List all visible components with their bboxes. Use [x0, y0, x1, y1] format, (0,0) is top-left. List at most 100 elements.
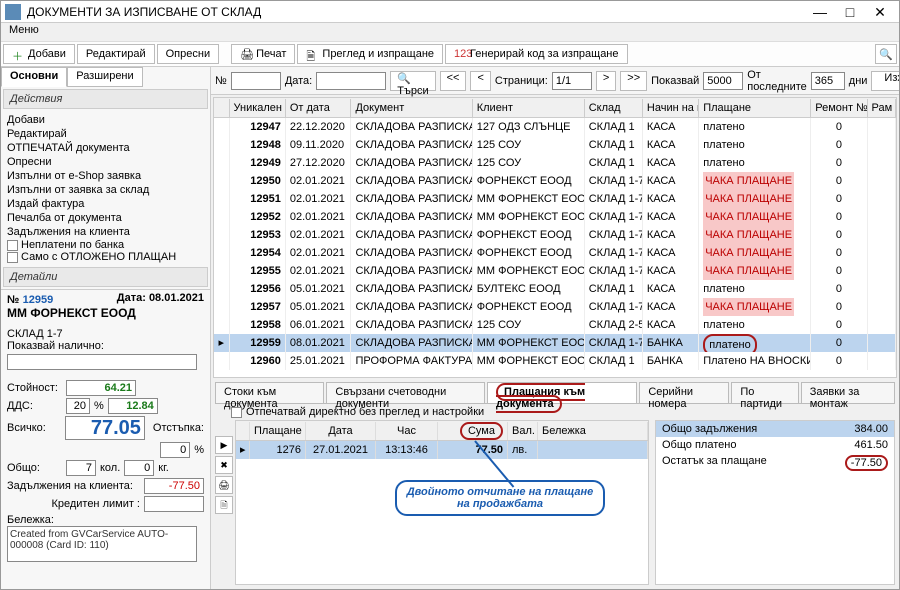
totals-panel: Общо задължения384.00 Общо платено461.50…: [655, 420, 895, 585]
checkbox-icon: [7, 240, 18, 251]
total-input[interactable]: [65, 416, 145, 440]
bottom-area: ▶ ✖ 🖨 🗎 Плащане ID Дата Час Сума Вал. Бе…: [215, 420, 895, 585]
table-row[interactable]: 1294722.12.2020СКЛАДОВА РАЗПИСКА127 ОДЗ …: [214, 118, 896, 136]
credit-input[interactable]: [144, 496, 204, 512]
action-eshop[interactable]: Изпълни от e-Shop заявка: [7, 169, 204, 183]
tab-accounting[interactable]: Свързани счетоводни документи: [326, 382, 485, 403]
stock-input[interactable]: [7, 354, 197, 370]
pay-print-button[interactable]: 🖨: [215, 476, 233, 494]
preview-icon: 🗎: [306, 48, 318, 60]
code-icon: 123: [454, 48, 466, 60]
check-unpaid-bank[interactable]: Неплатени по банка: [7, 239, 204, 251]
page-next[interactable]: >: [596, 71, 616, 91]
due-input[interactable]: [144, 478, 204, 494]
table-row[interactable]: ▸1295908.01.2021СКЛАДОВА РАЗПИСКАММ ФОРН…: [214, 334, 896, 352]
toolbar-search-icon[interactable]: 🔍: [875, 44, 897, 64]
action-edit[interactable]: Редактирай: [7, 127, 204, 141]
toolbar-edit[interactable]: Редактирай: [77, 44, 155, 64]
details-panel: № 12959 Дата: 08.01.2021 ММ ФОРНЕКСТ ЕОО…: [1, 289, 210, 567]
exit-button[interactable]: Изход: [871, 71, 899, 91]
action-invoice[interactable]: Издай фактура: [7, 197, 204, 211]
actions-header: Действия: [3, 89, 208, 109]
table-row[interactable]: 1294809.11.2020СКЛАДОВА РАЗПИСКА125 СОУС…: [214, 136, 896, 154]
window-title: ДОКУМЕНТИ ЗА ИЗПИСВАНЕ ОТ СКЛАД: [27, 5, 261, 19]
tab-serials[interactable]: Серийни номера: [639, 382, 729, 403]
page-first[interactable]: <<: [440, 71, 467, 91]
action-client-debt[interactable]: Задължения на клиента: [7, 225, 204, 239]
pay-add-button[interactable]: ▶: [215, 436, 233, 454]
pay-doc-button[interactable]: 🗎: [215, 496, 233, 514]
actions-list: Добави Редактирай ОТПЕЧАТАЙ документа Оп…: [1, 111, 210, 265]
titlebar: ДОКУМЕНТИ ЗА ИЗПИСВАНЕ ОТ СКЛАД — □ ✕: [1, 1, 899, 23]
toolbar-add[interactable]: ＋Добави: [3, 44, 75, 64]
table-row[interactable]: 1296025.01.2021ПРОФОРМА ФАКТУРАММ ФОРНЕК…: [214, 352, 896, 370]
table-row[interactable]: 1295605.01.2021СКЛАДОВА РАЗПИСКАБУЛТЕКС …: [214, 280, 896, 298]
last-input[interactable]: [811, 72, 845, 90]
discount-input[interactable]: [160, 442, 190, 458]
action-print-doc[interactable]: ОТПЕЧАТАЙ документа: [7, 141, 204, 155]
detail-client: ММ ФОРНЕКСТ ЕООД: [7, 306, 204, 320]
weight-input[interactable]: [124, 460, 154, 476]
payment-toolbar: ▶ ✖ 🖨 🗎: [215, 420, 235, 585]
close-button[interactable]: ✕: [865, 2, 895, 22]
menu-item[interactable]: Меню: [9, 24, 39, 36]
table-row[interactable]: 1295806.01.2021СКЛАДОВА РАЗПИСКА125 СОУС…: [214, 316, 896, 334]
action-profit[interactable]: Печалба от документа: [7, 211, 204, 225]
payment-row[interactable]: ▸ 1276 27.01.2021 13:13:46 77.50 лв.: [236, 441, 648, 459]
total-due: 384.00: [818, 423, 888, 435]
table-row[interactable]: 1295402.01.2021СКЛАДОВА РАЗПИСКАФОРНЕКСТ…: [214, 244, 896, 262]
filter-date[interactable]: [316, 72, 386, 90]
direct-print-check[interactable]: Отпечатвай директно без преглед и настро…: [211, 404, 899, 420]
note-textarea[interactable]: Created from GVCarService AUTO-000008 (C…: [7, 526, 197, 562]
table-row[interactable]: 1295202.01.2021СКЛАДОВА РАЗПИСКАММ ФОРНЕ…: [214, 208, 896, 226]
show-input[interactable]: [703, 72, 743, 90]
right-panel: № Дата: 🔍 Търси << < Страници: > >> Пока…: [211, 67, 899, 589]
filter-no[interactable]: [231, 72, 281, 90]
toolbar-refresh[interactable]: Опресни: [157, 44, 219, 64]
page-prev[interactable]: <: [470, 71, 490, 91]
pay-del-button[interactable]: ✖: [215, 456, 233, 474]
tab-items[interactable]: Стоки към документа: [215, 382, 324, 403]
left-panel: Основни Разширени Действия Добави Редакт…: [1, 67, 211, 589]
page-last[interactable]: >>: [620, 71, 647, 91]
tab-batches[interactable]: По партиди: [731, 382, 798, 403]
detail-date: 08.01.2021: [149, 292, 204, 304]
toolbar: ＋Добави Редактирай Опресни 🖨Печат 🗎Прегл…: [1, 41, 899, 67]
check-deferred[interactable]: Само с ОТЛОЖЕНО ПЛАЩАН: [7, 251, 204, 263]
search-button[interactable]: 🔍 Търси: [390, 71, 435, 91]
table-row[interactable]: 1295502.01.2021СКЛАДОВА РАЗПИСКАММ ФОРНЕ…: [214, 262, 896, 280]
main-grid[interactable]: Уникален № От дата Документ Клиент Склад…: [213, 97, 897, 378]
vat-pct-input[interactable]: [66, 398, 90, 414]
check-show-stock[interactable]: Показвай налично:: [7, 340, 204, 352]
app-window: ДОКУМЕНТИ ЗА ИЗПИСВАНЕ ОТ СКЛАД — □ ✕ Ме…: [0, 0, 900, 590]
tab-install-req[interactable]: Заявки за монтаж: [801, 382, 895, 403]
details-header: Детайли: [3, 267, 208, 287]
left-tab-main[interactable]: Основни: [1, 67, 67, 87]
table-row[interactable]: 1294927.12.2020СКЛАДОВА РАЗПИСКА125 СОУС…: [214, 154, 896, 172]
toolbar-gencode[interactable]: 123Генерирай код за изпращане: [445, 44, 627, 64]
action-refresh[interactable]: Опресни: [7, 155, 204, 169]
tab-payments[interactable]: Плащания към документа: [487, 382, 637, 403]
table-row[interactable]: 1295002.01.2021СКЛАДОВА РАЗПИСКАФОРНЕКСТ…: [214, 172, 896, 190]
page-input[interactable]: [552, 72, 592, 90]
checkbox-icon: [231, 407, 242, 418]
maximize-button[interactable]: □: [835, 2, 865, 22]
table-row[interactable]: 1295102.01.2021СКЛАДОВА РАЗПИСКАММ ФОРНЕ…: [214, 190, 896, 208]
qty-input[interactable]: [66, 460, 96, 476]
printer-icon: 🖨: [240, 48, 252, 60]
value-input[interactable]: [66, 380, 136, 396]
plus-icon: ＋: [12, 48, 24, 60]
vat-input[interactable]: [108, 398, 158, 414]
filter-bar: № Дата: 🔍 Търси << < Страници: > >> Пока…: [211, 67, 899, 95]
minimize-button[interactable]: —: [805, 2, 835, 22]
total-remaining: -77.50: [818, 455, 888, 471]
left-tab-extended[interactable]: Разширени: [67, 67, 142, 87]
menubar[interactable]: Меню: [1, 23, 899, 41]
total-paid: 461.50: [818, 439, 888, 451]
action-add[interactable]: Добави: [7, 113, 204, 127]
table-row[interactable]: 1295302.01.2021СКЛАДОВА РАЗПИСКАФОРНЕКСТ…: [214, 226, 896, 244]
toolbar-preview[interactable]: 🗎Преглед и изпращане: [297, 44, 443, 64]
action-stock-req[interactable]: Изпълни от заявка за склад: [7, 183, 204, 197]
table-row[interactable]: 1295705.01.2021СКЛАДОВА РАЗПИСКАФОРНЕКСТ…: [214, 298, 896, 316]
toolbar-print[interactable]: 🖨Печат: [231, 44, 295, 64]
